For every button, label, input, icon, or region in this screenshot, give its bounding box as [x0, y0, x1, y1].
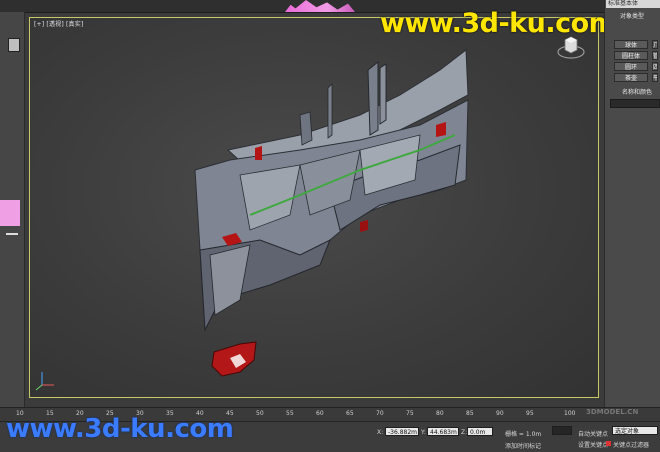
cylinder-button[interactable]: 圆柱体	[614, 51, 648, 60]
tick-label: 75	[406, 410, 414, 417]
object-type-rollout[interactable]: 对象类型	[608, 12, 660, 21]
sphere-button[interactable]: 球体	[614, 40, 648, 49]
key-indicator-icon	[606, 441, 611, 446]
tick-label: 70	[376, 410, 384, 417]
y-coordinate-field[interactable]: 44.683m	[427, 427, 459, 436]
tick-label: 100	[564, 410, 576, 417]
pyramid-button[interactable]: 四	[652, 62, 658, 71]
name-color-rollout[interactable]: 名称和颜色	[608, 88, 660, 97]
object-name-input[interactable]	[610, 99, 660, 108]
plane-button[interactable]: 平	[652, 73, 658, 82]
key-mode-toggle[interactable]	[552, 426, 572, 435]
x-label: X:	[377, 429, 384, 436]
model-mast-1	[367, 60, 379, 136]
model-red-part-4	[360, 220, 368, 232]
grid-size: 栅格 = 1.0m	[505, 431, 542, 438]
model-shade-4	[209, 244, 251, 316]
model-red-part-1	[255, 146, 262, 160]
tube-button[interactable]: 管	[652, 51, 658, 60]
brand-mark: 3DMODEL.CN	[586, 408, 639, 416]
model-mast-2	[379, 63, 387, 125]
tick-label: 60	[316, 410, 324, 417]
model-mast-3	[327, 83, 333, 139]
tick-label: 50	[256, 410, 264, 417]
model-view	[35, 49, 469, 391]
torus-button[interactable]: 圆环	[614, 62, 648, 71]
primitive-type-dropdown[interactable]: 标准基本体	[606, 0, 660, 8]
watermark-bottom: www.3d-ku.com	[6, 414, 234, 444]
geosphere-button[interactable]: 几	[652, 40, 658, 49]
tick-label: 80	[436, 410, 444, 417]
teapot-button[interactable]: 茶壶	[614, 73, 648, 82]
x-coordinate-field[interactable]: -36.882m	[385, 427, 419, 436]
axis-y	[35, 384, 43, 391]
auto-key-button[interactable]: 自动关键点	[578, 429, 608, 438]
key-filters-button[interactable]: 关键点过滤器	[613, 440, 649, 449]
tick-label: 85	[466, 410, 474, 417]
set-key-button[interactable]: 设置关键点	[578, 440, 608, 449]
y-label: Y:	[421, 429, 426, 436]
z-coordinate-field[interactable]: 0.0m	[467, 427, 493, 436]
tick-label: 55	[286, 410, 294, 417]
tick-label: 95	[526, 410, 534, 417]
add-time-tag-button[interactable]: 添加时间标记	[505, 441, 541, 450]
selection-set-dropdown[interactable]: 选定对象	[612, 426, 658, 435]
model-mast-4	[299, 111, 313, 146]
tick-label: 90	[496, 410, 504, 417]
tick-label: 65	[346, 410, 354, 417]
watermark-top: www.3d-ku.com	[380, 8, 617, 39]
